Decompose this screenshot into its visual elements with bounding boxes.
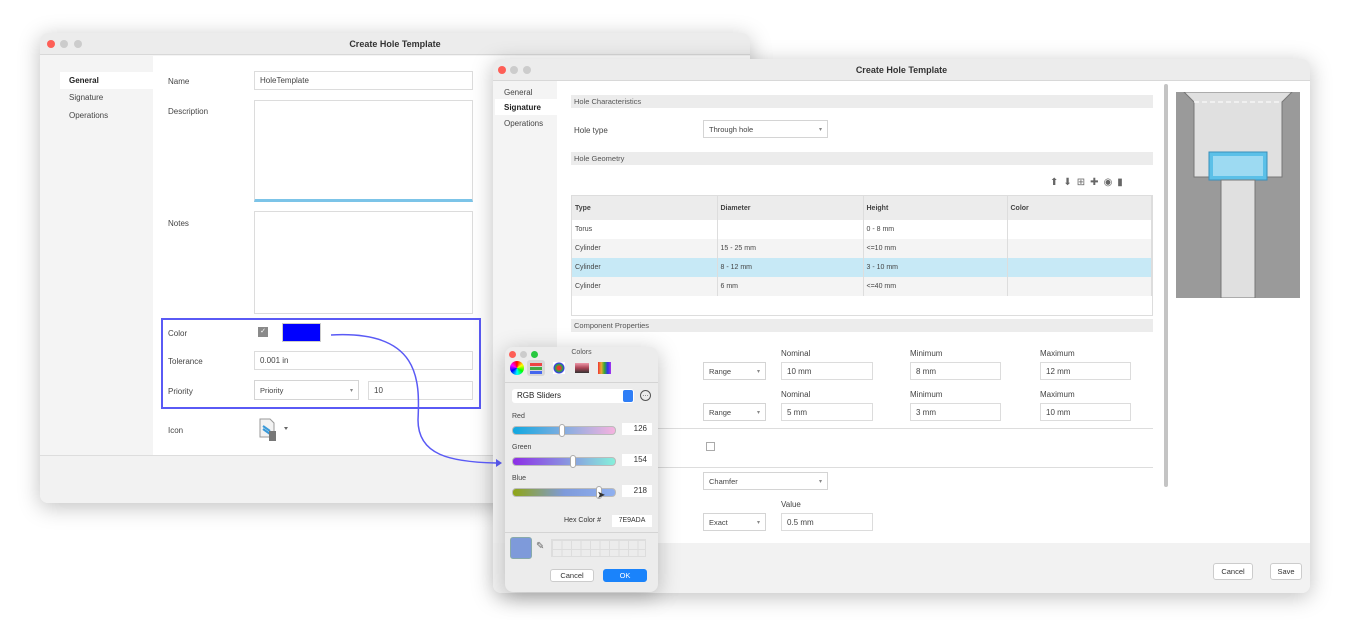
stepper-icon [623,390,633,402]
green-value-input[interactable]: 154 [622,454,652,466]
blue-label: Blue [512,475,527,482]
custom-swatches-grid[interactable] [551,539,646,557]
color-mode-dropdown[interactable]: RGB Sliders [512,389,634,403]
red-value-input[interactable]: 126 [622,423,652,435]
current-color-swatch[interactable] [510,537,532,559]
hex-color-label: Hex Color # [564,517,601,524]
connector-arrow [330,333,502,467]
red-label: Red [512,413,525,420]
eyedropper-icon[interactable]: ✎ [536,541,544,552]
mouse-cursor-icon: ➤ [597,490,606,501]
palettes-icon[interactable] [553,362,565,374]
blue-value-input[interactable]: 218 [622,485,652,497]
green-label: Green [512,444,532,451]
colors-panel: Colors RGB Sliders … Red 126 Green 154 B… [505,347,658,592]
color-mode-value: RGB Sliders [517,391,562,400]
color-wheel-icon[interactable] [510,361,524,375]
cancel-button[interactable]: Cancel [550,569,594,582]
arrowhead-icon [496,459,502,467]
image-palettes-icon[interactable] [575,363,589,373]
more-options-icon[interactable]: … [640,390,651,401]
sliders-icon[interactable] [527,360,545,376]
hex-color-input[interactable]: 7E9ADA [612,515,652,527]
green-slider[interactable] [512,455,616,468]
ok-button[interactable]: OK [603,569,647,582]
green-slider-knob[interactable] [570,455,577,468]
panel-title: Colors [571,349,592,356]
divider [505,532,658,533]
pencils-icon[interactable] [598,362,611,374]
divider [505,382,658,383]
red-slider[interactable] [512,424,616,437]
red-slider-knob[interactable] [559,424,566,437]
